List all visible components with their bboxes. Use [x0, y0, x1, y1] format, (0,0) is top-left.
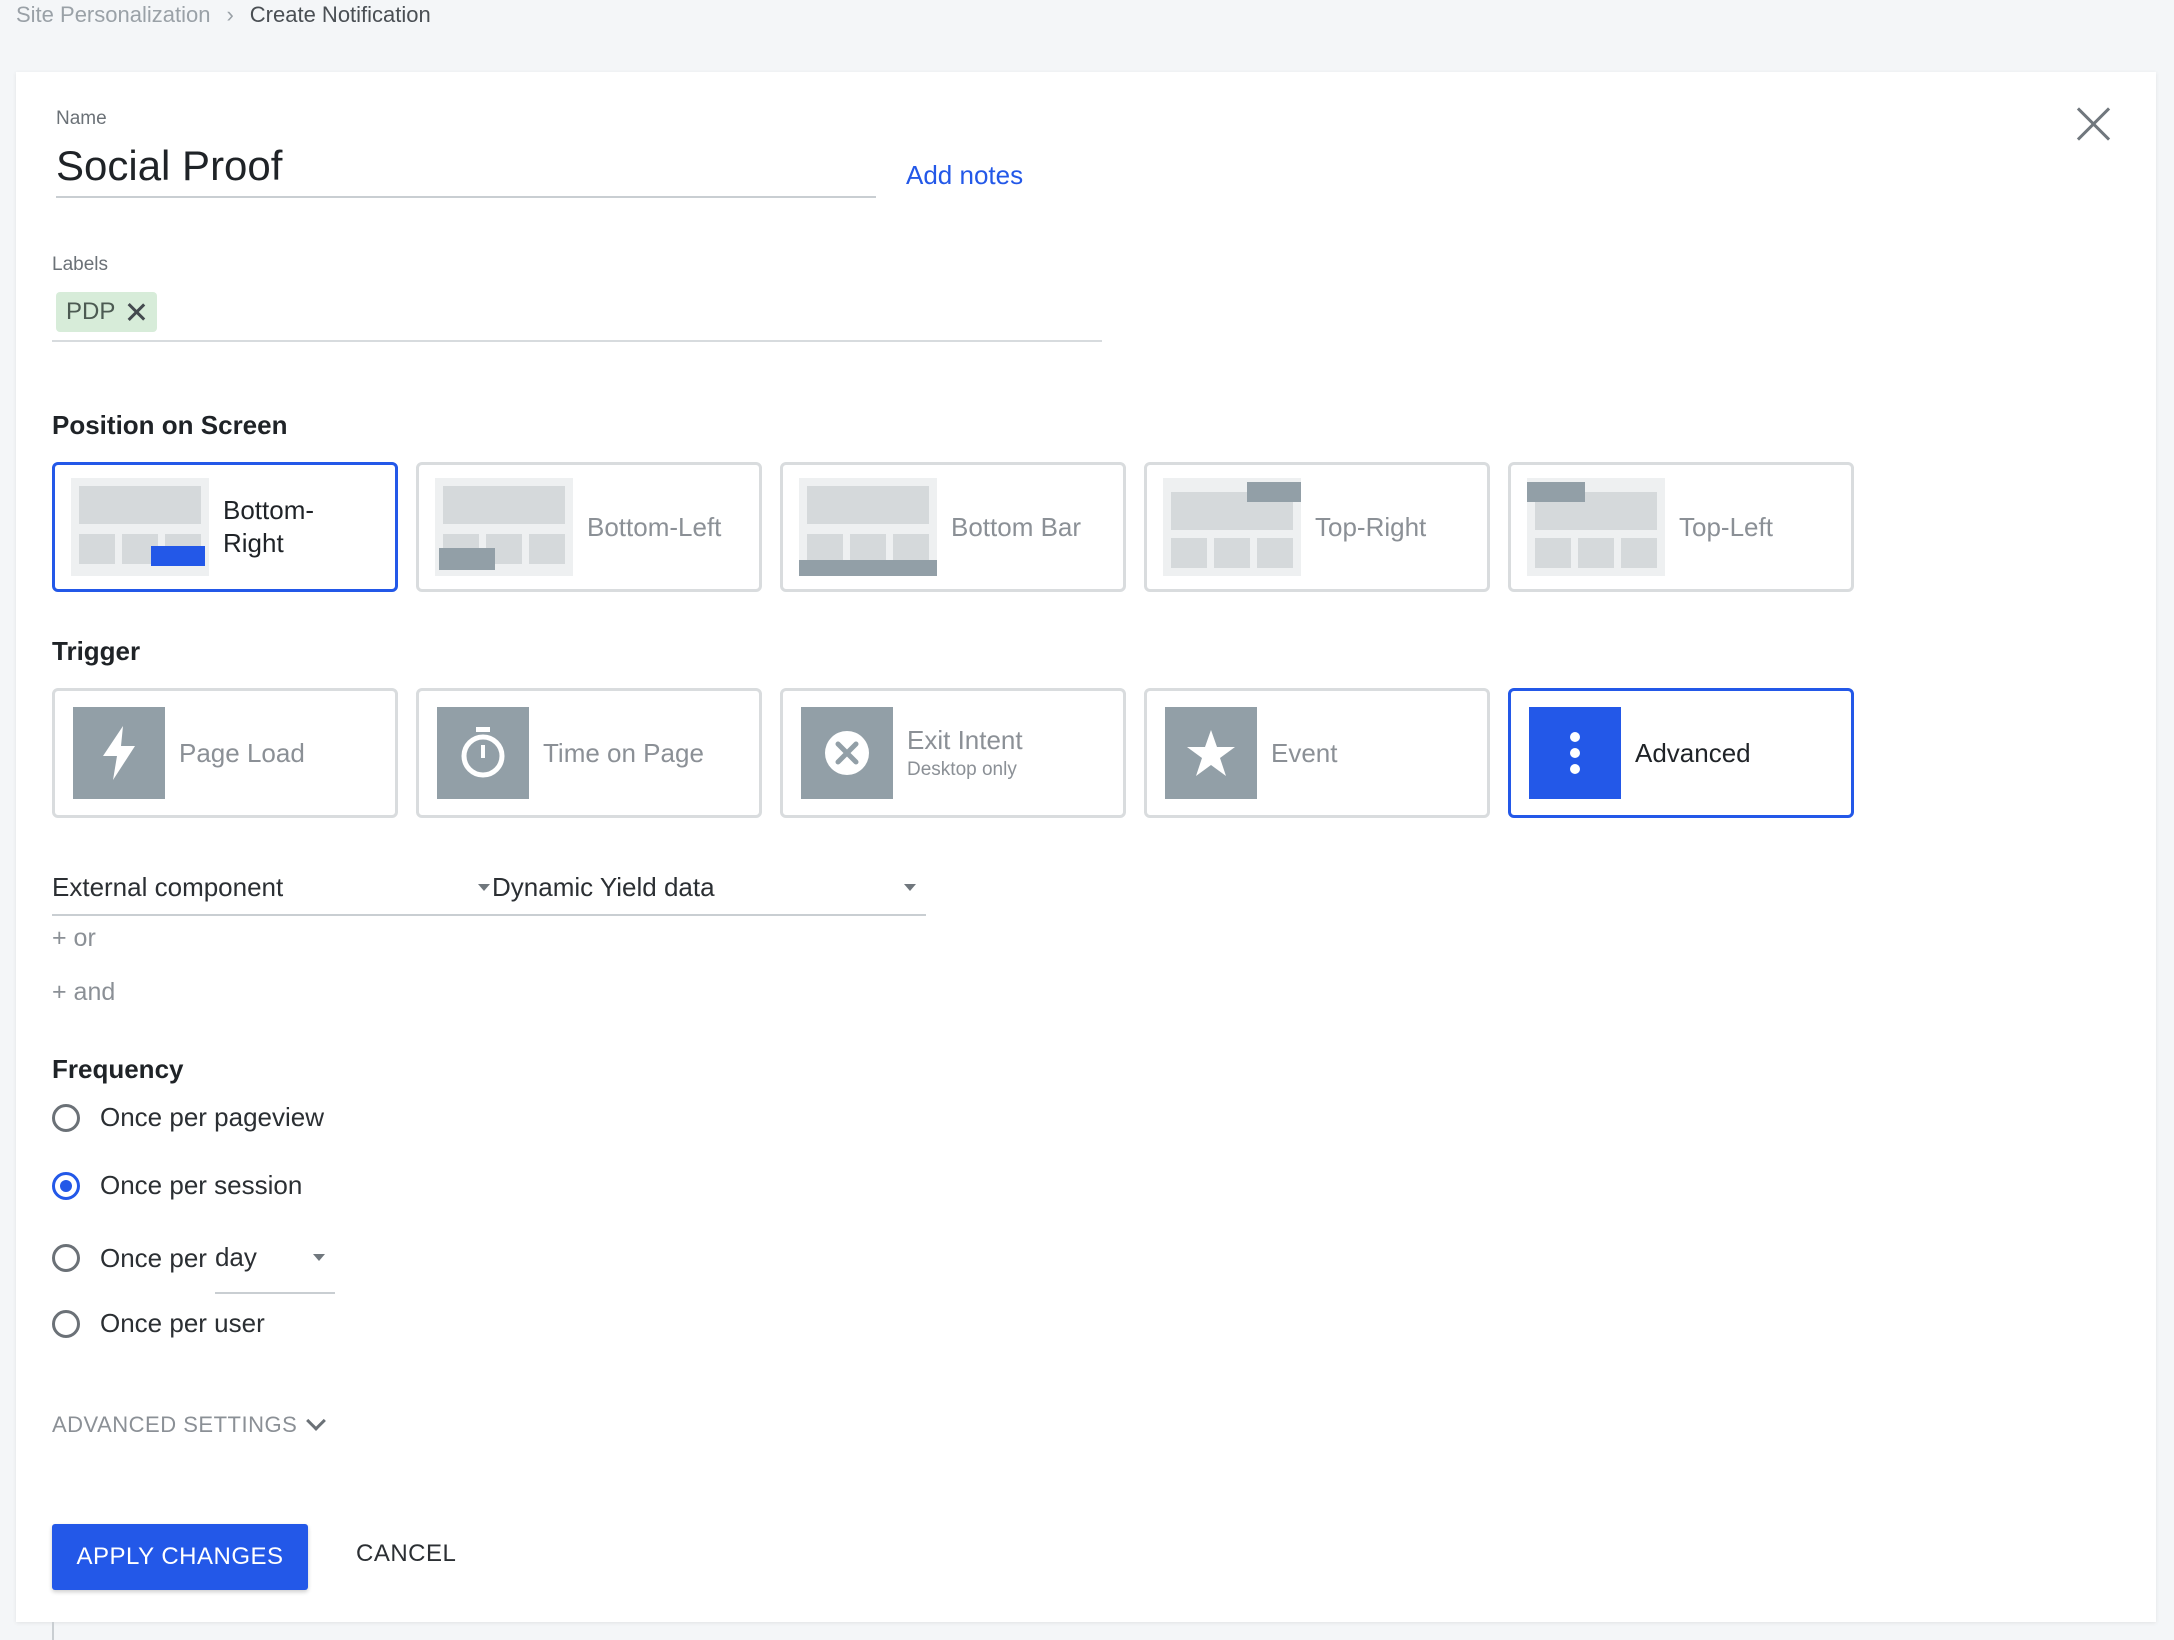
add-notes-link[interactable]: Add notes	[906, 160, 1023, 191]
position-section-title: Position on Screen	[52, 410, 288, 440]
position-card-bottom-bar[interactable]: Bottom Bar	[780, 462, 1126, 592]
trigger-card-page-load[interactable]: Page Load	[52, 688, 398, 818]
caret-down-icon	[904, 883, 916, 891]
select-value: External component	[52, 871, 284, 902]
trigger-section-title: Trigger	[52, 636, 141, 666]
select-value: Dynamic Yield data	[492, 871, 715, 902]
position-label: Bottom-Left	[587, 511, 722, 542]
trigger-sublabel: Desktop only	[907, 758, 1017, 780]
trigger-label: Exit Intent	[907, 724, 1023, 755]
frequency-option-session[interactable]: Once per session	[52, 1170, 302, 1201]
chevron-right-icon: ›	[226, 2, 234, 27]
bottom-left-thumbnail-icon	[435, 478, 573, 576]
lightning-icon	[73, 707, 165, 799]
position-card-top-left[interactable]: Top-Left	[1508, 462, 1854, 592]
bottom-bar-thumbnail-icon	[799, 478, 937, 576]
breadcrumb-root-link[interactable]: Site Personalization	[16, 2, 210, 28]
dynamic-yield-data-select[interactable]: Dynamic Yield data	[492, 860, 926, 916]
position-card-bottom-left[interactable]: Bottom-Left	[416, 462, 762, 592]
trigger-card-event[interactable]: Event	[1144, 688, 1490, 818]
frequency-label: Once per session	[100, 1170, 303, 1200]
frequency-label: Once per pageview	[100, 1102, 325, 1132]
trigger-card-advanced[interactable]: Advanced	[1508, 688, 1854, 818]
radio-button[interactable]	[52, 1103, 80, 1132]
trigger-card-exit-intent[interactable]: Exit Intent Desktop only	[780, 688, 1126, 818]
advanced-settings-label: ADVANCED SETTINGS	[52, 1412, 298, 1437]
radio-button-selected[interactable]	[52, 1171, 80, 1200]
breadcrumb-current: Create Notification	[249, 2, 431, 27]
frequency-section-title: Frequency	[52, 1054, 184, 1084]
breadcrumb: Site Personalization › Create Notificati…	[16, 2, 431, 28]
bottom-right-thumbnail-icon	[71, 478, 209, 576]
divider	[52, 1622, 54, 1640]
trigger-label: Advanced	[1635, 737, 1751, 768]
close-icon[interactable]	[2070, 100, 2118, 148]
position-label: Top-Right	[1315, 511, 1427, 542]
stopwatch-icon	[437, 707, 529, 799]
chip-label: PDP	[66, 298, 116, 325]
position-card-bottom-right[interactable]: Bottom- Right	[52, 462, 398, 592]
caret-down-icon	[478, 883, 490, 891]
name-label: Name	[56, 108, 107, 129]
cancel-button[interactable]: CANCEL	[356, 1540, 456, 1568]
labels-input-underline[interactable]	[52, 340, 1102, 342]
position-label: Bottom Bar	[951, 511, 1082, 542]
position-label: Top-Left	[1679, 511, 1773, 542]
frequency-option-pageview[interactable]: Once per pageview	[52, 1102, 324, 1133]
frequency-option-period[interactable]: Once per day	[52, 1230, 335, 1294]
frequency-label: Once per	[100, 1242, 207, 1273]
add-or-condition-link[interactable]: + or	[52, 924, 96, 953]
frequency-option-user[interactable]: Once per user	[52, 1308, 265, 1339]
external-component-select[interactable]: External component	[52, 860, 500, 916]
star-icon	[1165, 707, 1257, 799]
position-label: Bottom- Right	[223, 495, 315, 558]
apply-changes-button[interactable]: APPLY CHANGES	[52, 1524, 308, 1590]
x-circle-icon	[801, 707, 893, 799]
caret-down-icon	[312, 1253, 325, 1261]
labels-label: Labels	[52, 254, 108, 275]
trigger-label: Time on Page	[543, 737, 704, 768]
top-left-thumbnail-icon	[1527, 478, 1665, 576]
name-input[interactable]	[56, 136, 876, 198]
trigger-card-time-on-page[interactable]: Time on Page	[416, 688, 762, 818]
add-and-condition-link[interactable]: + and	[52, 978, 115, 1007]
radio-button[interactable]	[52, 1309, 80, 1338]
chevron-down-icon	[306, 1411, 327, 1431]
radio-button[interactable]	[52, 1244, 80, 1272]
advanced-settings-toggle[interactable]: ADVANCED SETTINGS	[52, 1411, 327, 1438]
chip-remove-icon[interactable]	[125, 301, 147, 323]
select-value: day	[214, 1241, 257, 1272]
vertical-dots-icon	[1529, 707, 1621, 799]
top-right-thumbnail-icon	[1163, 478, 1301, 576]
frequency-label: Once per user	[100, 1308, 265, 1338]
notification-editor-panel: Name Add notes Labels PDP Position on Sc…	[16, 72, 2156, 1622]
trigger-label: Page Load	[179, 737, 305, 768]
trigger-label: Event	[1271, 737, 1338, 768]
frequency-period-select[interactable]: day	[214, 1238, 335, 1294]
position-card-top-right[interactable]: Top-Right	[1144, 462, 1490, 592]
label-chip-pdp: PDP	[56, 292, 158, 332]
